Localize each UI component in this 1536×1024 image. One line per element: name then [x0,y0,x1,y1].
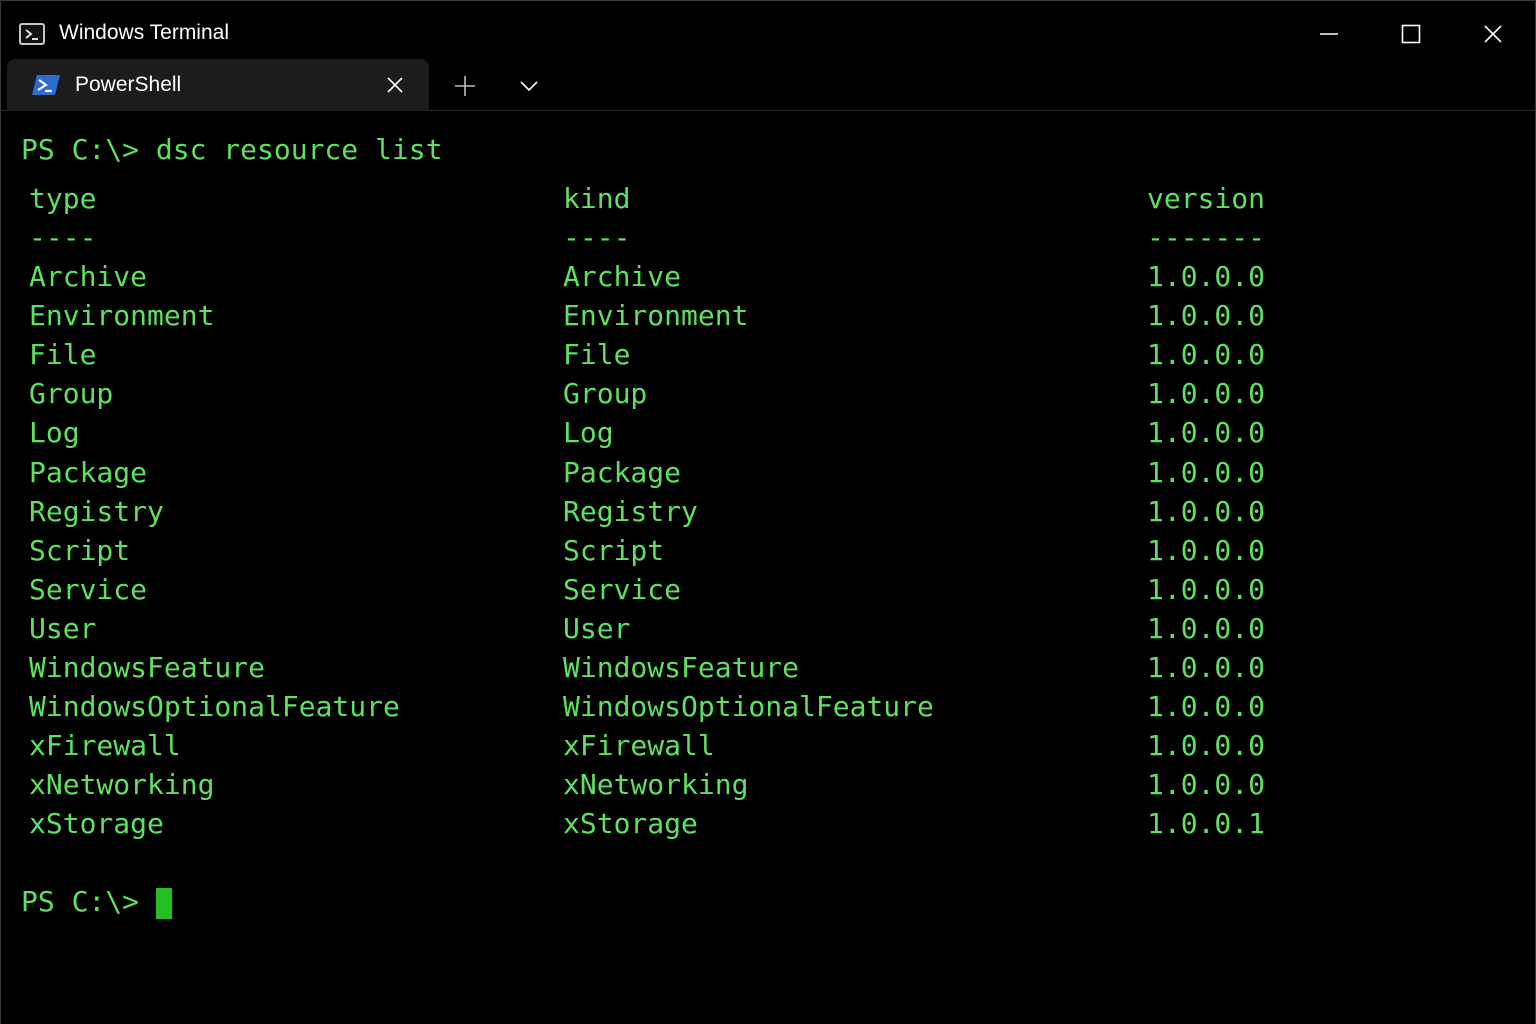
separator-version: ------- [1147,221,1266,254]
tab-close-button[interactable] [383,73,407,97]
table-cell-version: 1.0.0.0 [1147,495,1266,528]
table-cell-type: Archive [29,260,148,293]
close-window-button[interactable] [1470,15,1516,53]
table-cell-kind: xFirewall [563,729,715,762]
table-cell-type: xFirewall [29,729,181,762]
new-tab-button[interactable] [447,71,483,101]
table-cell-kind: WindowsOptionalFeature [563,690,934,723]
table-cell-kind: Service [563,573,682,606]
text-cursor [156,888,172,919]
table-cell-version: 1.0.0.0 [1147,416,1266,449]
tab-strip: PowerShell [1,59,1535,111]
separator-kind: ---- [563,221,631,254]
table-cell-type: Environment [29,299,215,332]
profile-dropdown-button[interactable] [511,71,547,101]
table-cell-version: 1.0.0.0 [1147,690,1266,723]
maximize-button[interactable] [1388,15,1434,53]
powershell-icon [32,75,60,95]
table-cell-type: Registry [29,495,164,528]
table-cell-type: Package [29,456,148,489]
table-cell-kind: xNetworking [563,768,749,801]
table-cell-version: 1.0.0.0 [1147,377,1266,410]
window-title: Windows Terminal [59,21,229,44]
table-cell-version: 1.0.0.0 [1147,456,1266,489]
table-cell-kind: Script [563,534,665,567]
plus-icon [455,76,475,96]
table-cell-version: 1.0.0.0 [1147,260,1266,293]
header-kind: kind [563,182,631,215]
table-cell-type: WindowsOptionalFeature [29,690,400,723]
table-cell-type: xNetworking [29,768,215,801]
table-cell-version: 1.0.0.0 [1147,299,1266,332]
tab-label: PowerShell [75,73,182,96]
minimize-icon [1320,33,1338,35]
table-cell-type: Service [29,573,148,606]
terminal-output[interactable]: PS C:\> dsc resource list type kind vers… [1,112,1535,1024]
table-cell-kind: Archive [563,260,682,293]
tab-powershell[interactable]: PowerShell [7,59,429,111]
table-cell-kind: xStorage [563,807,698,840]
input-prompt: PS C:\> [21,885,140,918]
close-icon [1484,25,1502,43]
table-cell-kind: Package [563,456,682,489]
table-cell-type: WindowsFeature [29,651,266,684]
table-cell-version: 1.0.0.0 [1147,573,1266,606]
maximize-icon [1401,24,1421,44]
table-cell-version: 1.0.0.0 [1147,612,1266,645]
table-cell-version: 1.0.0.0 [1147,768,1266,801]
table-cell-kind: Group [563,377,648,410]
table-cell-version: 1.0.0.0 [1147,534,1266,567]
chevron-down-icon [520,81,538,92]
command-line: PS C:\> dsc resource list [21,133,443,166]
header-version: version [1147,182,1266,215]
table-cell-kind: WindowsFeature [563,651,800,684]
header-type: type [29,182,97,215]
separator-type: ---- [29,221,97,254]
close-icon [387,77,403,93]
table-cell-version: 1.0.0.0 [1147,651,1266,684]
terminal-icon [19,23,45,45]
table-cell-version: 1.0.0.0 [1147,338,1266,371]
table-cell-kind: Environment [563,299,749,332]
title-bar[interactable]: Windows Terminal [1,1,1535,59]
table-cell-kind: File [563,338,631,371]
table-cell-kind: Registry [563,495,698,528]
table-cell-version: 1.0.0.1 [1147,807,1266,840]
minimize-button[interactable] [1306,15,1352,53]
table-cell-type: xStorage [29,807,164,840]
table-cell-kind: Log [563,416,614,449]
terminal-window: Windows Terminal PowerShell PS C:\> dsc … [0,0,1536,1024]
table-cell-kind: User [563,612,631,645]
table-cell-type: Log [29,416,80,449]
table-cell-type: File [29,338,97,371]
table-cell-type: Group [29,377,114,410]
table-cell-version: 1.0.0.0 [1147,729,1266,762]
table-cell-type: User [29,612,97,645]
table-cell-type: Script [29,534,131,567]
